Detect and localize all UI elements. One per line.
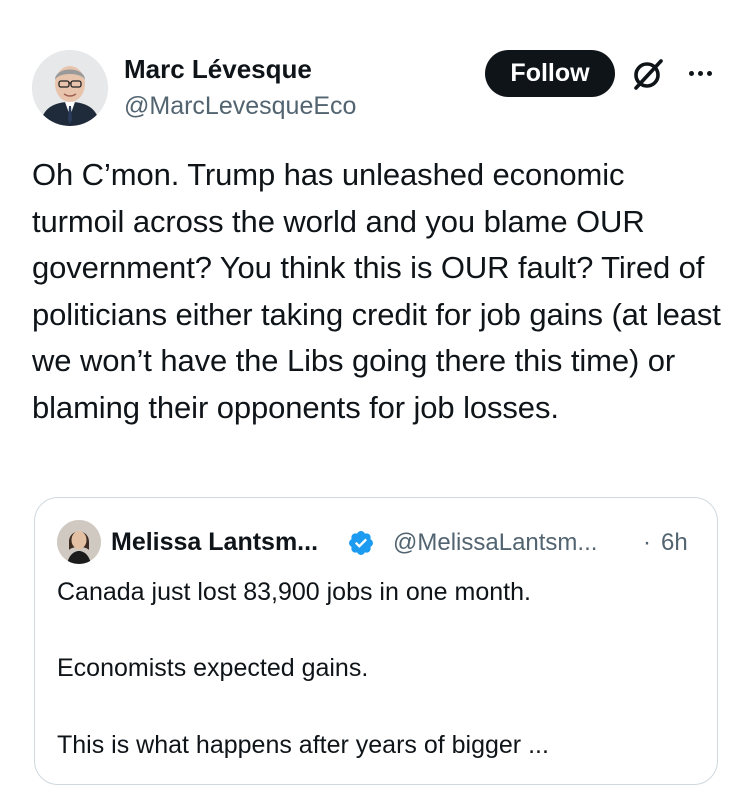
post-header: Marc Lévesque @MarcLevesqueEco Follow [0, 0, 750, 140]
quoted-text-line: Economists expected gains. [57, 654, 369, 682]
quoted-post[interactable]: Melissa Lantsm... @MelissaLantsm... · 6h… [34, 497, 718, 785]
quoted-author-handle[interactable]: @MelissaLantsm... [393, 529, 597, 557]
quoted-timestamp[interactable]: 6h [661, 529, 688, 557]
author-avatar[interactable] [32, 50, 108, 126]
dot [706, 70, 712, 76]
author-handle[interactable]: @MarcLevesqueEco [124, 92, 356, 121]
quoted-text-line: This is what happens after years of bigg… [57, 731, 549, 759]
quoted-author-avatar[interactable] [57, 520, 101, 564]
quoted-author-name[interactable]: Melissa Lantsm... [111, 528, 318, 557]
post-text: Oh C’mon. Trump has unleashed economic t… [32, 157, 721, 425]
separator-dot: · [643, 529, 651, 556]
verified-badge-icon [347, 529, 375, 557]
quoted-text-line: Canada just lost 83,900 jobs in one mont… [57, 578, 531, 606]
more-options-icon[interactable] [680, 58, 720, 88]
dot [697, 70, 703, 76]
follow-button[interactable]: Follow [485, 50, 615, 97]
dot [688, 70, 694, 76]
grok-icon[interactable] [630, 56, 666, 92]
author-name[interactable]: Marc Lévesque [124, 54, 312, 85]
